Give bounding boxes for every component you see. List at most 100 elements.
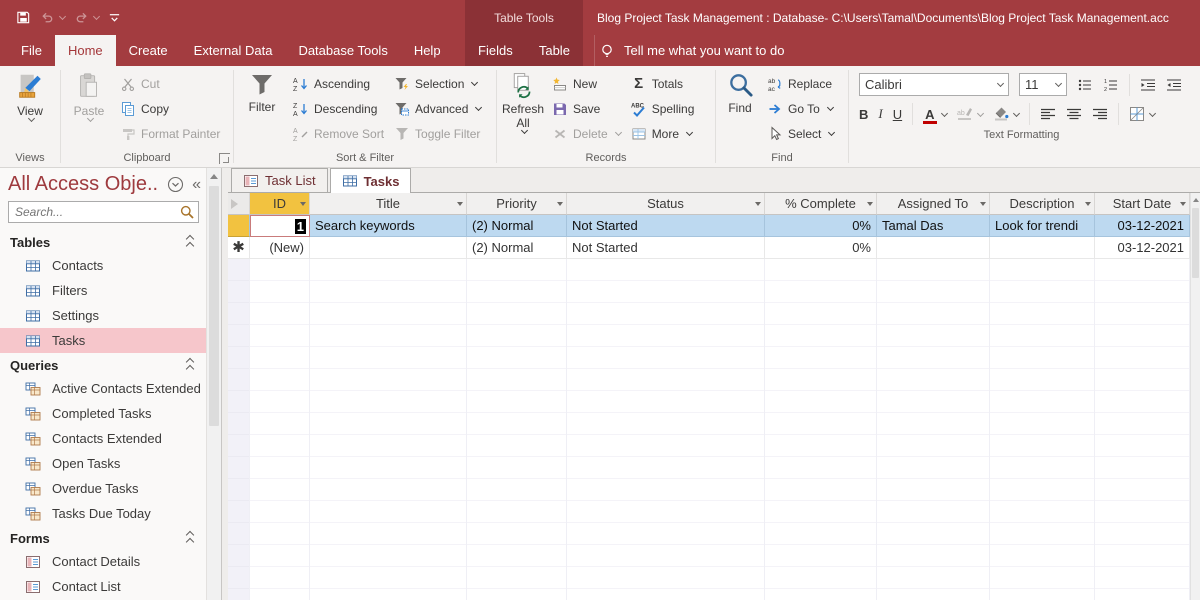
format-painter-button[interactable]: Format Painter bbox=[115, 121, 225, 146]
column-dropdown-icon[interactable] bbox=[755, 202, 761, 209]
cell-id[interactable]: (New) bbox=[250, 237, 310, 259]
sidebar-item-contact-list[interactable]: Contact List bbox=[0, 574, 207, 599]
column-dropdown-icon[interactable] bbox=[1085, 202, 1091, 209]
tab-database-tools[interactable]: Database Tools bbox=[285, 35, 400, 66]
selection-button[interactable]: Selection bbox=[389, 71, 486, 96]
replace-button[interactable]: abac Replace bbox=[762, 71, 839, 96]
cell-title[interactable] bbox=[310, 237, 467, 259]
column-dropdown-icon[interactable] bbox=[557, 202, 563, 209]
doc-tab-tasks[interactable]: Tasks bbox=[330, 168, 412, 193]
remove-sort-button[interactable]: AZ Remove Sort bbox=[288, 121, 389, 146]
decrease-indent-button[interactable] bbox=[1166, 77, 1182, 93]
font-color-button[interactable]: A bbox=[923, 107, 946, 122]
save-icon[interactable] bbox=[16, 10, 31, 25]
navigation-search-box[interactable] bbox=[8, 201, 199, 223]
row-selector[interactable] bbox=[228, 215, 250, 237]
column-dropdown-icon[interactable] bbox=[1180, 202, 1186, 209]
shutter-bar-close-icon[interactable]: « bbox=[192, 178, 201, 192]
cell-title[interactable]: Search keywords bbox=[310, 215, 467, 237]
more-button[interactable]: More bbox=[626, 121, 700, 146]
column-header-assigned-to[interactable]: Assigned To bbox=[877, 193, 990, 215]
tab-external-data[interactable]: External Data bbox=[181, 35, 286, 66]
save-record-button[interactable]: Save bbox=[547, 96, 626, 121]
navigation-search-input[interactable] bbox=[9, 205, 179, 219]
sidebar-item-overdue-tasks[interactable]: Overdue Tasks bbox=[0, 476, 207, 501]
clipboard-dialog-launcher-icon[interactable] bbox=[219, 153, 230, 164]
sidebar-item-tasks-due-today[interactable]: Tasks Due Today bbox=[0, 501, 207, 526]
font-size-combobox[interactable]: 11 bbox=[1019, 73, 1067, 96]
ascending-button[interactable]: AZ Ascending bbox=[288, 71, 389, 96]
cell-complete[interactable]: 0% bbox=[765, 215, 877, 237]
cell-start-date[interactable]: 03-12-2021 bbox=[1095, 237, 1190, 259]
column-header-title[interactable]: Title bbox=[310, 193, 467, 215]
copy-button[interactable]: Copy bbox=[115, 96, 225, 121]
highlight-color-button[interactable]: ab bbox=[957, 106, 983, 122]
bullets-button[interactable] bbox=[1077, 77, 1093, 93]
scrollbar-thumb[interactable] bbox=[1192, 208, 1199, 278]
cell-priority[interactable]: (2) Normal bbox=[467, 215, 567, 237]
scrollbar-thumb[interactable] bbox=[209, 186, 219, 426]
cell-assigned-to[interactable]: Tamal Das bbox=[877, 215, 990, 237]
descending-button[interactable]: ZA Descending bbox=[288, 96, 389, 121]
filter-button[interactable]: Filter bbox=[236, 68, 288, 114]
sidebar-item-contacts-extended[interactable]: Contacts Extended bbox=[0, 426, 207, 451]
sidebar-item-contacts[interactable]: Contacts bbox=[0, 253, 207, 278]
column-dropdown-icon[interactable] bbox=[867, 202, 873, 209]
column-header-priority[interactable]: Priority bbox=[467, 193, 567, 215]
increase-indent-button[interactable] bbox=[1140, 77, 1156, 93]
tab-help[interactable]: Help bbox=[401, 35, 454, 66]
underline-button[interactable]: U bbox=[893, 107, 902, 122]
sidebar-item-completed-tasks[interactable]: Completed Tasks bbox=[0, 401, 207, 426]
cell-description[interactable]: Look for trendi bbox=[990, 215, 1095, 237]
tab-table[interactable]: Table bbox=[526, 35, 583, 66]
sidebar-item-active-contacts-extended[interactable]: Active Contacts Extended bbox=[0, 376, 207, 401]
tab-file[interactable]: File bbox=[8, 35, 55, 66]
go-to-button[interactable]: Go To bbox=[762, 96, 839, 121]
sidebar-item-filters[interactable]: Filters bbox=[0, 278, 207, 303]
tab-fields[interactable]: Fields bbox=[465, 35, 526, 66]
column-dropdown-icon[interactable] bbox=[457, 202, 463, 209]
search-icon[interactable] bbox=[179, 204, 195, 220]
font-name-combobox[interactable]: Calibri bbox=[859, 73, 1009, 96]
cell-status[interactable]: Not Started bbox=[567, 237, 765, 259]
navigation-pane-scrollbar[interactable] bbox=[206, 168, 221, 600]
scroll-up-icon[interactable] bbox=[207, 168, 221, 185]
cell-assigned-to[interactable] bbox=[877, 237, 990, 259]
doc-tab-task-list[interactable]: Task List bbox=[231, 168, 328, 192]
background-color-button[interactable] bbox=[993, 106, 1019, 122]
nav-section-tables[interactable]: Tables bbox=[0, 230, 207, 253]
sidebar-item-settings[interactable]: Settings bbox=[0, 303, 207, 328]
column-header-start-date[interactable]: Start Date bbox=[1095, 193, 1190, 215]
cell-complete[interactable]: 0% bbox=[765, 237, 877, 259]
advanced-button[interactable]: Advanced bbox=[389, 96, 486, 121]
column-dropdown-icon[interactable] bbox=[300, 202, 306, 209]
scroll-up-icon[interactable] bbox=[1191, 193, 1200, 207]
sidebar-item-tasks[interactable]: Tasks bbox=[0, 328, 207, 353]
select-button[interactable]: Select bbox=[762, 121, 839, 146]
cut-button[interactable]: Cut bbox=[115, 71, 225, 96]
cell-status[interactable]: Not Started bbox=[567, 215, 765, 237]
paste-button[interactable]: Paste bbox=[63, 68, 115, 121]
align-left-button[interactable] bbox=[1040, 106, 1056, 122]
italic-button[interactable]: I bbox=[878, 106, 882, 122]
nav-section-queries[interactable]: Queries bbox=[0, 353, 207, 376]
align-center-button[interactable] bbox=[1066, 106, 1082, 122]
sidebar-item-contact-details[interactable]: Contact Details bbox=[0, 549, 207, 574]
find-button[interactable]: Find bbox=[718, 68, 762, 115]
cell-start-date[interactable]: 03-12-2021 bbox=[1095, 215, 1190, 237]
column-header-id[interactable]: ID bbox=[250, 193, 310, 215]
column-header-description[interactable]: Description bbox=[990, 193, 1095, 215]
cell-description[interactable] bbox=[990, 237, 1095, 259]
redo-icon[interactable] bbox=[74, 10, 99, 25]
tab-home[interactable]: Home bbox=[55, 35, 116, 66]
customize-quick-access-toolbar-icon[interactable] bbox=[108, 11, 121, 24]
column-header-complete[interactable]: % Complete bbox=[765, 193, 877, 215]
datasheet-vertical-scrollbar[interactable] bbox=[1190, 193, 1200, 600]
spelling-button[interactable]: ABC Spelling bbox=[626, 96, 700, 121]
bold-button[interactable]: B bbox=[859, 107, 868, 122]
tell-me-box[interactable]: Tell me what you want to do bbox=[594, 35, 784, 66]
delete-record-button[interactable]: Delete bbox=[547, 121, 626, 146]
totals-button[interactable]: Σ Totals bbox=[626, 71, 700, 96]
view-button[interactable]: View bbox=[4, 68, 56, 121]
column-dropdown-icon[interactable] bbox=[980, 202, 986, 209]
